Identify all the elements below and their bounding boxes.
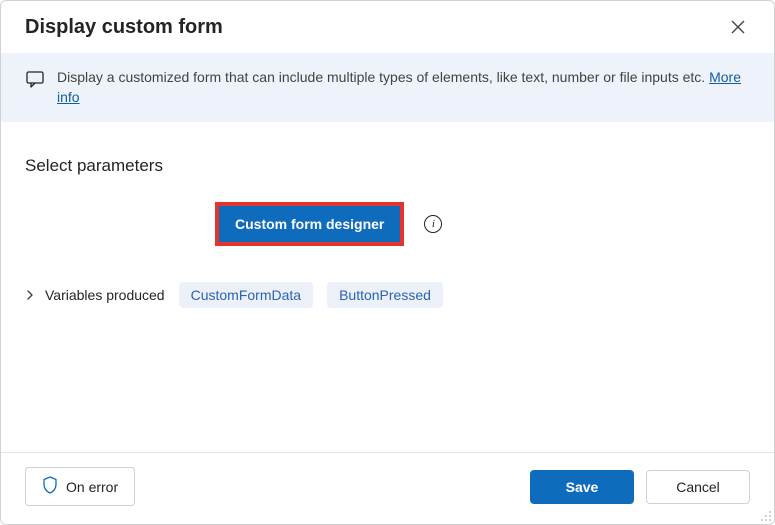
footer-actions: Save Cancel <box>530 470 750 504</box>
select-parameters-title: Select parameters <box>25 156 750 176</box>
variables-produced-row: Variables produced CustomFormData Button… <box>25 282 750 308</box>
on-error-label: On error <box>66 479 118 495</box>
save-button[interactable]: Save <box>530 470 634 504</box>
variables-produced-label: Variables produced <box>45 287 165 303</box>
variables-produced-toggle[interactable]: Variables produced <box>25 287 165 303</box>
banner-text: Display a customized form that can inclu… <box>57 67 750 108</box>
chevron-right-icon <box>25 290 35 300</box>
info-banner: Display a customized form that can inclu… <box>1 53 774 122</box>
close-icon <box>731 20 745 34</box>
dialog-body: Select parameters Custom form designer i… <box>1 122 774 452</box>
close-button[interactable] <box>726 15 750 39</box>
dialog-title: Display custom form <box>25 16 223 39</box>
custom-form-designer-button[interactable]: Custom form designer <box>219 206 400 242</box>
highlight-frame: Custom form designer <box>215 202 404 246</box>
dialog-header: Display custom form <box>1 1 774 53</box>
variable-pill-buttonpressed[interactable]: ButtonPressed <box>327 282 443 308</box>
cancel-button[interactable]: Cancel <box>646 470 750 504</box>
on-error-button[interactable]: On error <box>25 467 135 506</box>
designer-row: Custom form designer i <box>215 202 750 246</box>
banner-description: Display a customized form that can inclu… <box>57 69 709 85</box>
dialog-footer: On error Save Cancel <box>1 452 774 524</box>
info-icon[interactable]: i <box>424 215 442 233</box>
variable-pill-customformdata[interactable]: CustomFormData <box>179 282 313 308</box>
shield-icon <box>42 476 58 497</box>
display-custom-form-dialog: Display custom form Display a customized… <box>0 0 775 525</box>
comment-icon <box>25 69 45 92</box>
